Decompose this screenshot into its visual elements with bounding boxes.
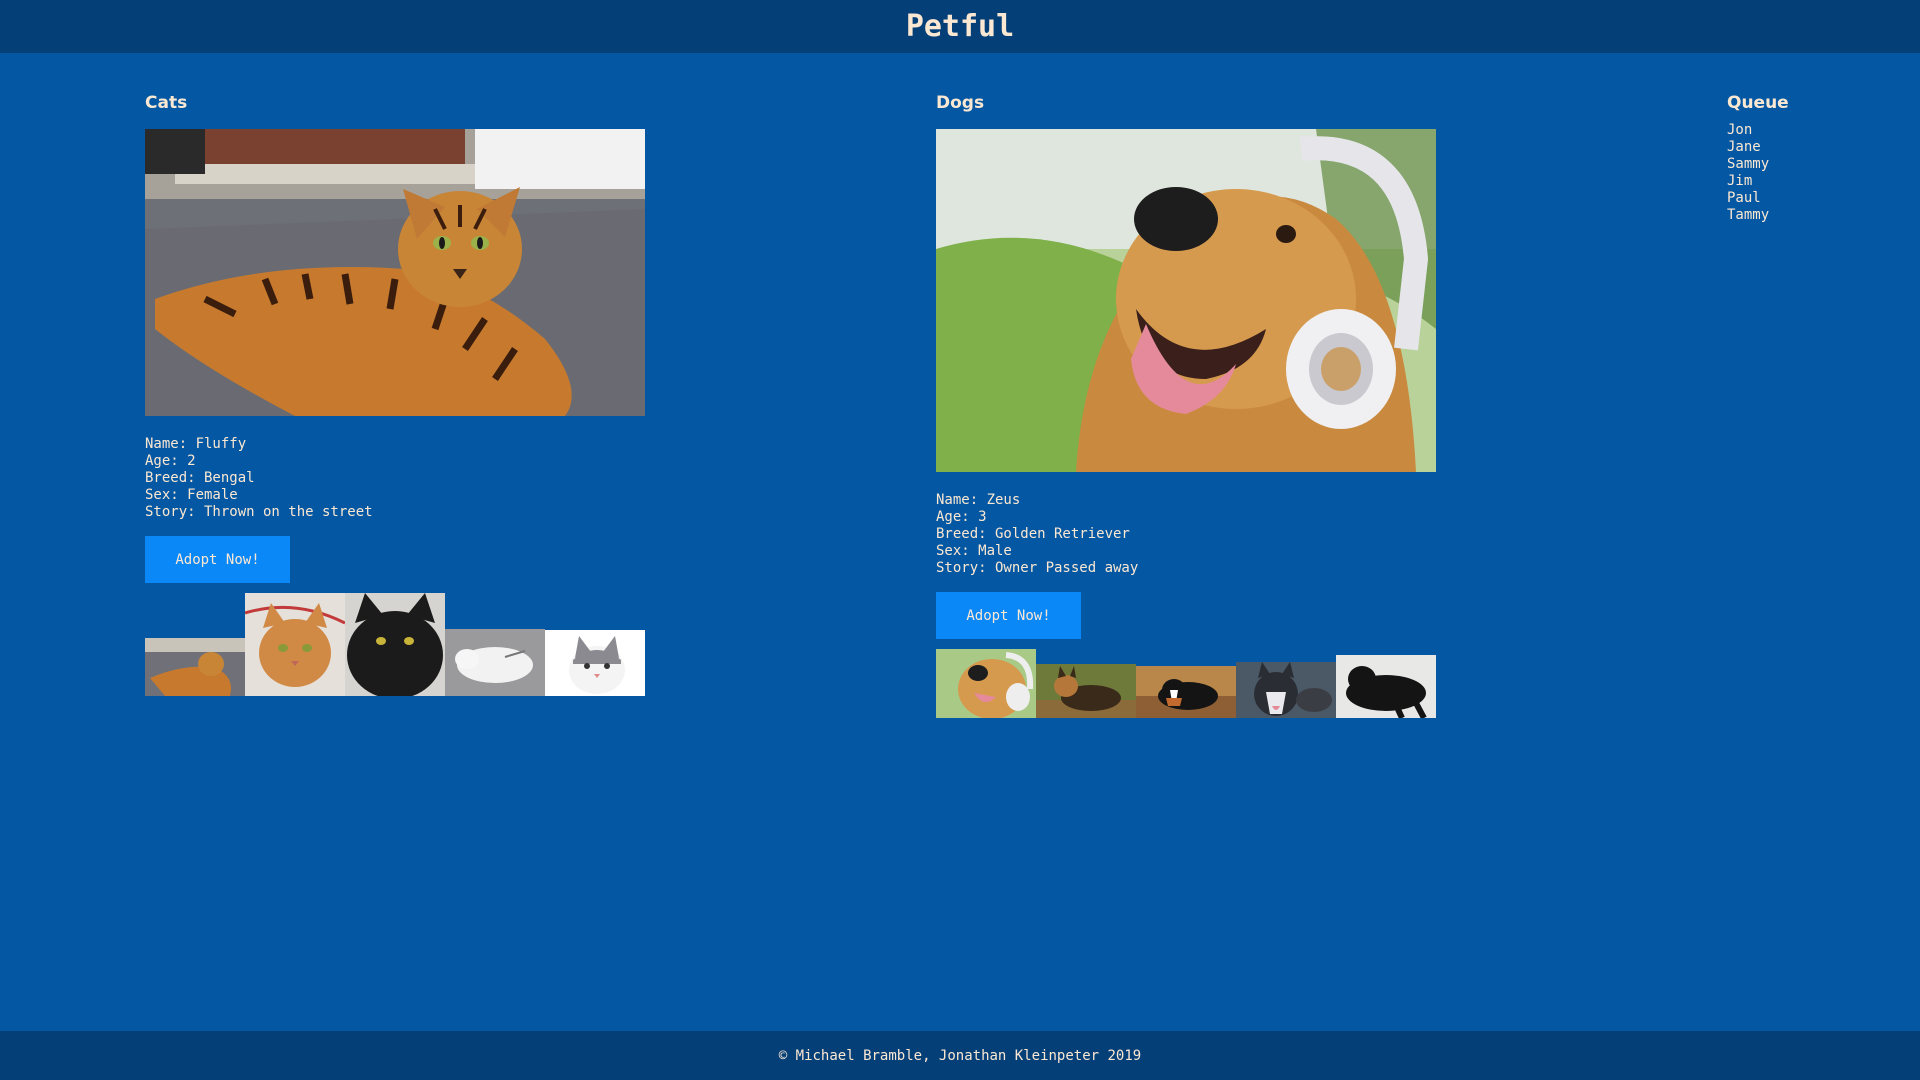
dog-sex: Sex: Male bbox=[936, 543, 1012, 559]
cat-age: Age: 2 bbox=[145, 453, 196, 469]
cat-thumbnails bbox=[145, 593, 645, 696]
dog-main-photo bbox=[936, 129, 1436, 472]
cats-section: Cats Name: Fluffy Age: 2 Breed: Bengal S… bbox=[145, 92, 645, 696]
queue-item: Jane bbox=[1727, 139, 1761, 155]
dog-thumbnail-golden-retriever[interactable] bbox=[936, 649, 1036, 718]
cats-heading: Cats bbox=[145, 93, 188, 113]
cat-thumbnail-white-sleeping[interactable] bbox=[445, 629, 545, 696]
copyright-text: © Michael Bramble, Jonathan Kleinpeter 2… bbox=[778, 1047, 1142, 1064]
queue-item: Tammy bbox=[1727, 207, 1770, 223]
site-footer: © Michael Bramble, Jonathan Kleinpeter 2… bbox=[0, 1031, 1920, 1080]
dog-details: Name: Zeus Age: 3 Breed: Golden Retrieve… bbox=[936, 492, 1436, 577]
queue-section: Queue Jon Jane Sammy Jim Paul Tammy bbox=[1727, 92, 1877, 224]
dog-thumbnail-german-shepherd[interactable] bbox=[1036, 664, 1136, 718]
cat-main-photo bbox=[145, 129, 645, 416]
queue-item: Jim bbox=[1727, 173, 1753, 189]
queue-item: Sammy bbox=[1727, 156, 1770, 172]
dog-age: Age: 3 bbox=[936, 509, 987, 525]
cat-thumbnail-orange-tabby[interactable] bbox=[245, 593, 345, 696]
cat-name: Name: Fluffy bbox=[145, 436, 247, 452]
dog-thumbnail-bernese[interactable] bbox=[1136, 666, 1236, 718]
cat-thumbnail-grey-white[interactable] bbox=[545, 630, 645, 696]
adopt-dog-button[interactable]: Adopt Now! bbox=[936, 592, 1081, 639]
queue-heading: Queue bbox=[1727, 93, 1789, 113]
dog-thumbnail-husky[interactable] bbox=[1236, 662, 1336, 718]
dog-thumbnail-black-lab[interactable] bbox=[1336, 655, 1436, 718]
dog-name: Name: Zeus bbox=[936, 492, 1021, 508]
cat-breed: Breed: Bengal bbox=[145, 470, 255, 486]
dog-thumbnails bbox=[936, 649, 1436, 718]
dog-breed: Breed: Golden Retriever bbox=[936, 526, 1130, 542]
site-title: Petful bbox=[905, 9, 1015, 44]
cat-sex: Sex: Female bbox=[145, 487, 238, 503]
dogs-section: Dogs Name: Zeus Age: 3 Breed: Golden Ret… bbox=[936, 92, 1436, 718]
adopt-cat-button[interactable]: Adopt Now! bbox=[145, 536, 290, 583]
dog-story: Story: Owner Passed away bbox=[936, 560, 1139, 576]
cat-details: Name: Fluffy Age: 2 Breed: Bengal Sex: F… bbox=[145, 436, 645, 521]
site-header: Petful bbox=[0, 0, 1920, 53]
queue-item: Paul bbox=[1727, 190, 1761, 206]
cat-thumbnail-bengal[interactable] bbox=[145, 638, 245, 696]
cat-story: Story: Thrown on the street bbox=[145, 504, 373, 520]
cat-thumbnail-black[interactable] bbox=[345, 593, 445, 696]
queue-item: Jon bbox=[1727, 122, 1753, 138]
queue-list: Jon Jane Sammy Jim Paul Tammy bbox=[1727, 122, 1877, 224]
dogs-heading: Dogs bbox=[936, 93, 985, 113]
